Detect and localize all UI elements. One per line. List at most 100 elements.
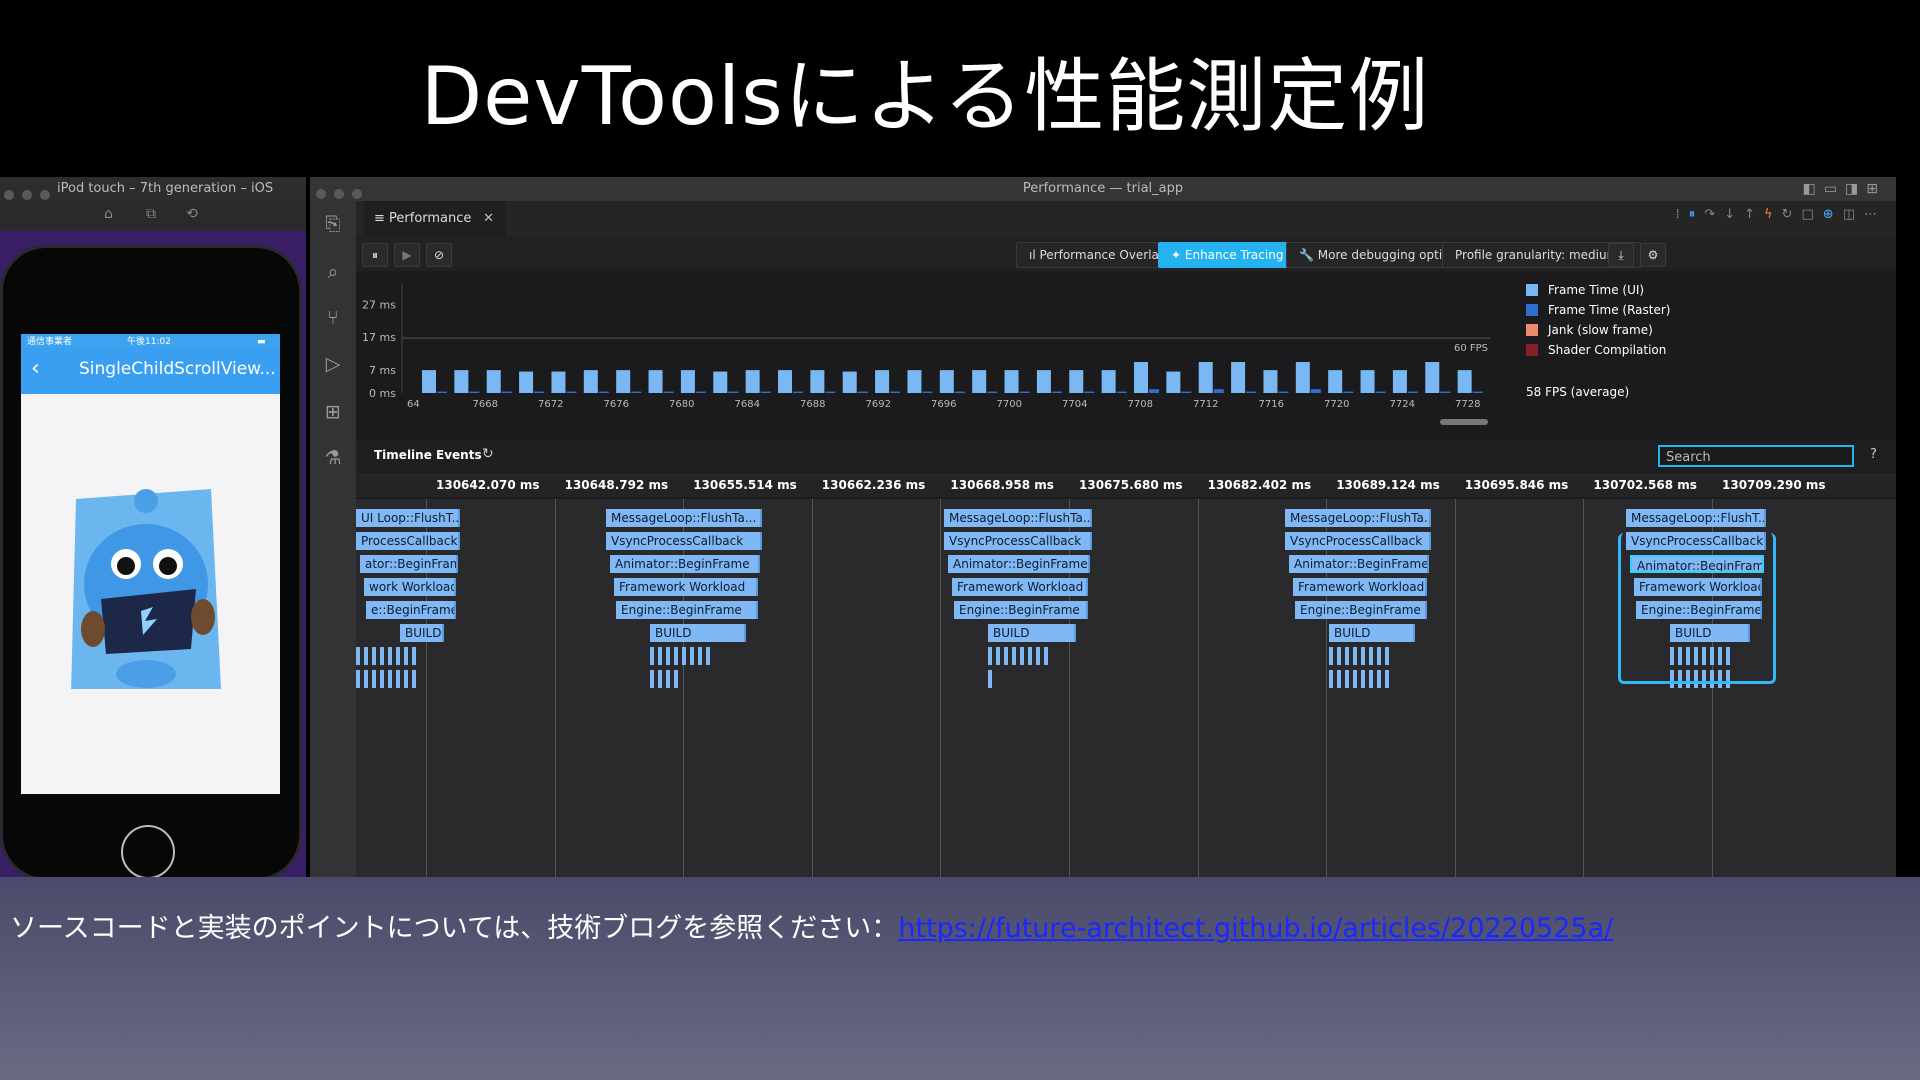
explorer-icon[interactable]: ⎘	[322, 213, 344, 235]
stop-icon[interactable]: □	[1802, 207, 1823, 222]
timeline-sub-event[interactable]	[1369, 647, 1373, 665]
blog-link[interactable]: https://future-architect.github.io/artic…	[898, 913, 1613, 944]
timeline-sub-event[interactable]	[1345, 647, 1349, 665]
timeline-sub-event[interactable]	[412, 670, 416, 688]
resume-button[interactable]: ▶	[394, 243, 420, 267]
back-arrow-icon[interactable]: ‹	[31, 356, 40, 381]
timeline-sub-event[interactable]	[1361, 647, 1365, 665]
timeline-event[interactable]: MessageLoop::FlushTa...	[606, 509, 762, 527]
timeline-sub-event[interactable]	[372, 670, 376, 688]
refresh-icon[interactable]: ↻	[482, 446, 494, 462]
timeline-tracks[interactable]: UI Loop::FlushT... ProcessCallback ator::B…	[356, 499, 1896, 877]
timeline-sub-event[interactable]	[706, 647, 710, 665]
export-button[interactable]: ⤓	[1608, 243, 1634, 267]
timeline-sub-event[interactable]	[396, 670, 400, 688]
run-debug-icon[interactable]: ▷	[322, 353, 344, 375]
drag-handle-icon[interactable]: ⁞	[1676, 207, 1689, 222]
settings-gear-icon[interactable]: ⚙	[1640, 243, 1666, 267]
timeline-sub-event[interactable]	[1012, 647, 1016, 665]
timeline-event[interactable]: BUILD	[1329, 624, 1415, 642]
timeline-sub-event[interactable]	[674, 647, 678, 665]
timeline-event[interactable]: Animator::BeginFrame	[1289, 555, 1429, 573]
home-icon[interactable]: ⌂	[104, 206, 113, 222]
testing-icon[interactable]: ⚗	[322, 447, 344, 469]
timeline-sub-event[interactable]	[1329, 647, 1333, 665]
timeline-event[interactable]: MessageLoop::FlushTa...	[944, 509, 1092, 527]
timeline-sub-event[interactable]	[1329, 670, 1333, 688]
timeline-sub-event[interactable]	[380, 670, 384, 688]
timeline-sub-event[interactable]	[1385, 647, 1389, 665]
clear-button[interactable]: ⊘	[426, 243, 452, 267]
timeline-event[interactable]: ator::BeginFrame	[360, 555, 458, 573]
timeline-sub-event[interactable]	[682, 647, 686, 665]
timeline-sub-event[interactable]	[1377, 647, 1381, 665]
step-into-icon[interactable]: ↓	[1724, 207, 1744, 222]
timeline-sub-event[interactable]	[1353, 670, 1357, 688]
pause-icon[interactable]: ⏸	[1689, 207, 1705, 222]
timeline-event[interactable]: BUILD	[988, 624, 1076, 642]
timeline-sub-event[interactable]	[1377, 670, 1381, 688]
more-icon[interactable]: ⋯	[1864, 207, 1886, 222]
timeline-sub-event[interactable]	[1337, 670, 1341, 688]
search-icon[interactable]: ⌕	[322, 261, 344, 283]
timeline-event[interactable]: Engine::BeginFrame	[1295, 601, 1427, 619]
restart-icon[interactable]: ↻	[1782, 207, 1802, 222]
tab-performance[interactable]: ≡ Performance ✕	[364, 201, 506, 237]
timeline-sub-event[interactable]	[1036, 647, 1040, 665]
timeline-sub-event[interactable]	[1345, 670, 1349, 688]
timeline-sub-event[interactable]	[396, 647, 400, 665]
timeline-event[interactable]: UI Loop::FlushT...	[356, 509, 460, 527]
timeline-sub-event[interactable]	[1353, 647, 1357, 665]
timeline-sub-event[interactable]	[698, 647, 702, 665]
timeline-event[interactable]: BUILD	[400, 624, 444, 642]
timeline-event[interactable]: VsyncProcessCallback	[944, 532, 1092, 550]
pause-button[interactable]: ⏸	[362, 243, 388, 267]
extensions-icon[interactable]: ⊞	[322, 401, 344, 423]
timeline-sub-event[interactable]	[356, 670, 360, 688]
timeline-sub-event[interactable]	[1004, 647, 1008, 665]
layout-icons[interactable]: ◧▭◨⊞	[1803, 177, 1886, 201]
timeline-sub-event[interactable]	[1337, 647, 1341, 665]
timeline-sub-event[interactable]	[1020, 647, 1024, 665]
timeline-sub-event[interactable]	[404, 670, 408, 688]
timeline-sub-event[interactable]	[364, 647, 368, 665]
timeline-event[interactable]: VsyncProcessCallback	[606, 532, 762, 550]
timeline-event[interactable]: Framework Workload	[614, 578, 758, 596]
timeline-sub-event[interactable]	[388, 670, 392, 688]
timeline-event[interactable]: VsyncProcessCallback	[1285, 532, 1431, 550]
timeline-sub-event[interactable]	[380, 647, 384, 665]
timeline-sub-event[interactable]	[1028, 647, 1032, 665]
timeline-event[interactable]: Animator::BeginFrame	[948, 555, 1090, 573]
timeline-sub-event[interactable]	[988, 670, 992, 688]
timeline-sub-event[interactable]	[372, 647, 376, 665]
step-out-icon[interactable]: ↑	[1744, 207, 1764, 222]
hot-reload-icon[interactable]: ϟ	[1764, 207, 1782, 222]
timeline-search-input[interactable]: Search	[1658, 445, 1854, 467]
timeline-event[interactable]: Engine::BeginFrame	[954, 601, 1088, 619]
timeline-sub-event[interactable]	[404, 647, 408, 665]
timeline-event[interactable]: Framework Workload	[952, 578, 1088, 596]
split-editor-icon[interactable]: ◫	[1843, 207, 1864, 222]
timeline-sub-event[interactable]	[690, 647, 694, 665]
timeline-sub-event[interactable]	[996, 647, 1000, 665]
timeline-sub-event[interactable]	[658, 647, 662, 665]
rotate-icon[interactable]: ⟲	[186, 206, 198, 222]
source-control-icon[interactable]: ⑂	[322, 307, 344, 329]
timeline-sub-event[interactable]	[364, 670, 368, 688]
timeline-sub-event[interactable]	[412, 647, 416, 665]
timeline-sub-event[interactable]	[988, 647, 992, 665]
timeline-sub-event[interactable]	[356, 647, 360, 665]
timeline-sub-event[interactable]	[650, 647, 654, 665]
timeline-event[interactable]: work Workload	[364, 578, 456, 596]
step-over-icon[interactable]: ↷	[1704, 207, 1724, 222]
timeline-event[interactable]: Animator::BeginFrame	[610, 555, 760, 573]
close-tab-icon[interactable]: ✕	[483, 201, 494, 237]
timeline-sub-event[interactable]	[1361, 670, 1365, 688]
timeline-sub-event[interactable]	[1369, 670, 1373, 688]
timeline-event[interactable]: Engine::BeginFrame	[616, 601, 758, 619]
home-button[interactable]	[121, 825, 175, 877]
inspect-icon[interactable]: ⊕	[1823, 207, 1843, 222]
screenshot-icon[interactable]: ⧉	[146, 206, 156, 222]
timeline-sub-event[interactable]	[666, 647, 670, 665]
timeline-sub-event[interactable]	[1044, 647, 1048, 665]
